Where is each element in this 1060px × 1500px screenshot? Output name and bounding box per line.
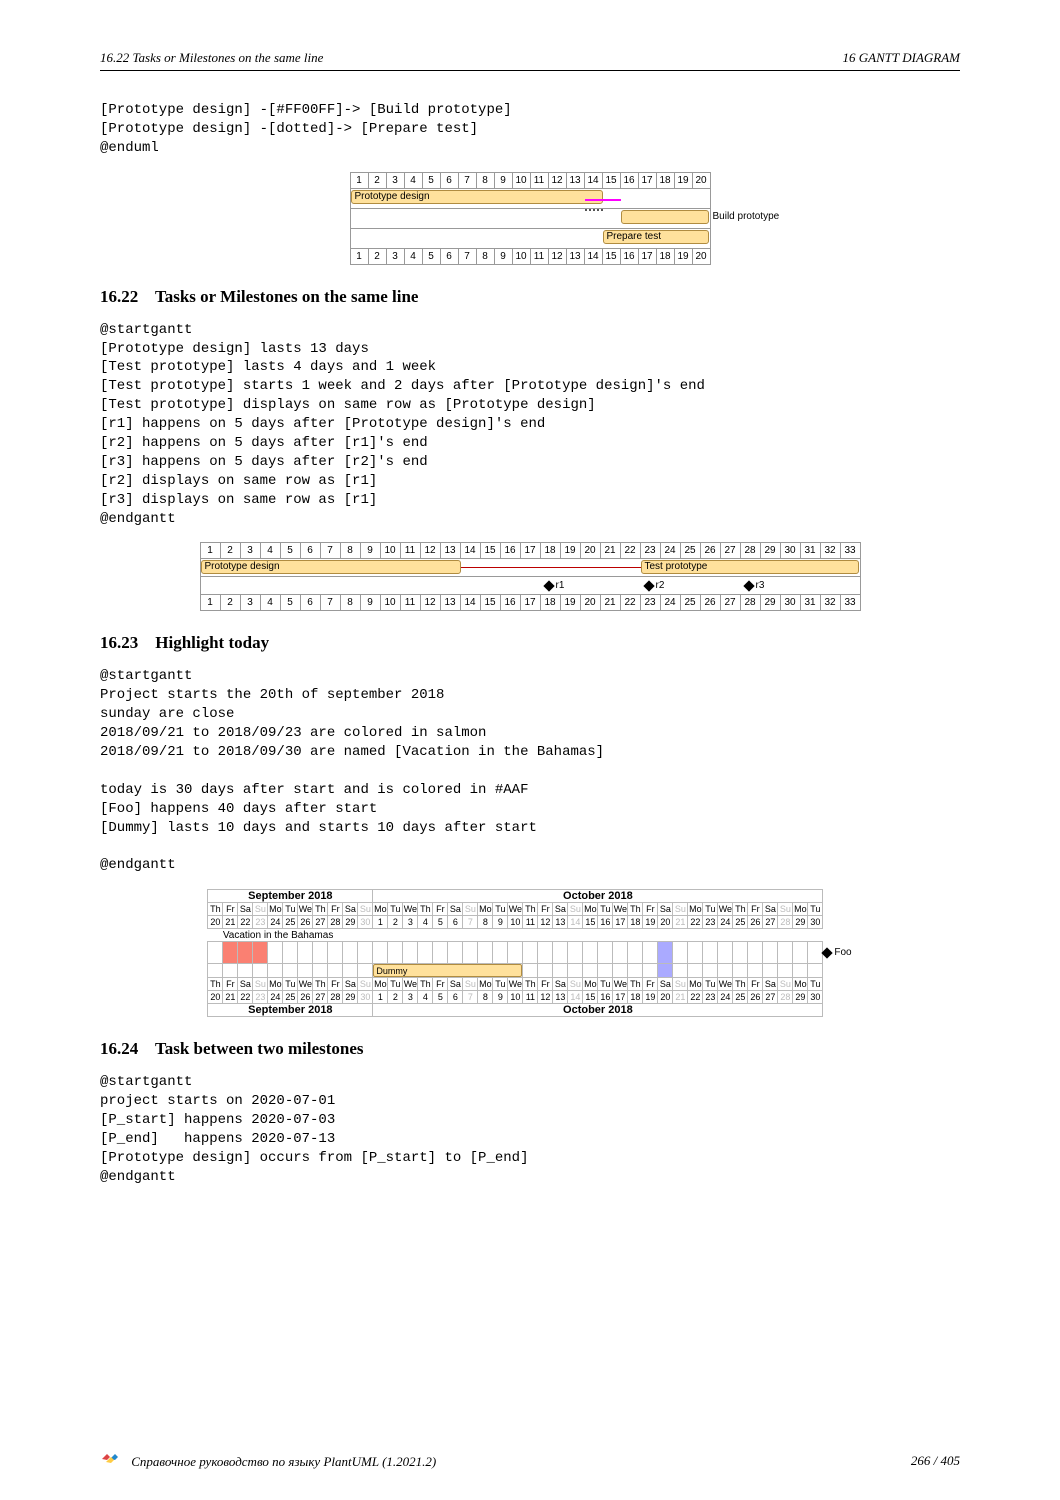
page-header: 16.22 Tasks or Milestones on the same li… <box>100 50 960 71</box>
page-footer: Справочное руководство по языку PlantUML… <box>100 1452 960 1470</box>
section-heading-16-23: 16.23 Highlight today <box>100 633 960 653</box>
gantt-diagram-calendar: September 2018October 2018ThFrSaSuMoTuWe… <box>100 889 960 1017</box>
code-block-24: @startgantt project starts on 2020-07-01… <box>100 1073 960 1186</box>
gantt-diagram-1: 1234567891011121314151617181920Prototype… <box>100 172 960 265</box>
code-block-22: @startgantt [Prototype design] lasts 13 … <box>100 321 960 529</box>
header-left: 16.22 Tasks or Milestones on the same li… <box>100 50 323 66</box>
code-block-intro: [Prototype design] -[#FF00FF]-> [Build p… <box>100 101 960 158</box>
footer-page: 266 / 405 <box>911 1453 960 1469</box>
section-heading-16-24: 16.24 Task between two milestones <box>100 1039 960 1059</box>
footer-text: Справочное руководство по языку PlantUML… <box>131 1454 436 1469</box>
header-right: 16 GANTT DIAGRAM <box>843 50 960 66</box>
code-block-23: @startgantt Project starts the 20th of s… <box>100 667 960 875</box>
plantuml-logo-icon <box>100 1452 120 1466</box>
gantt-diagram-2: 1234567891011121314151617181920212223242… <box>100 542 960 611</box>
section-heading-16-22: 16.22 Tasks or Milestones on the same li… <box>100 287 960 307</box>
